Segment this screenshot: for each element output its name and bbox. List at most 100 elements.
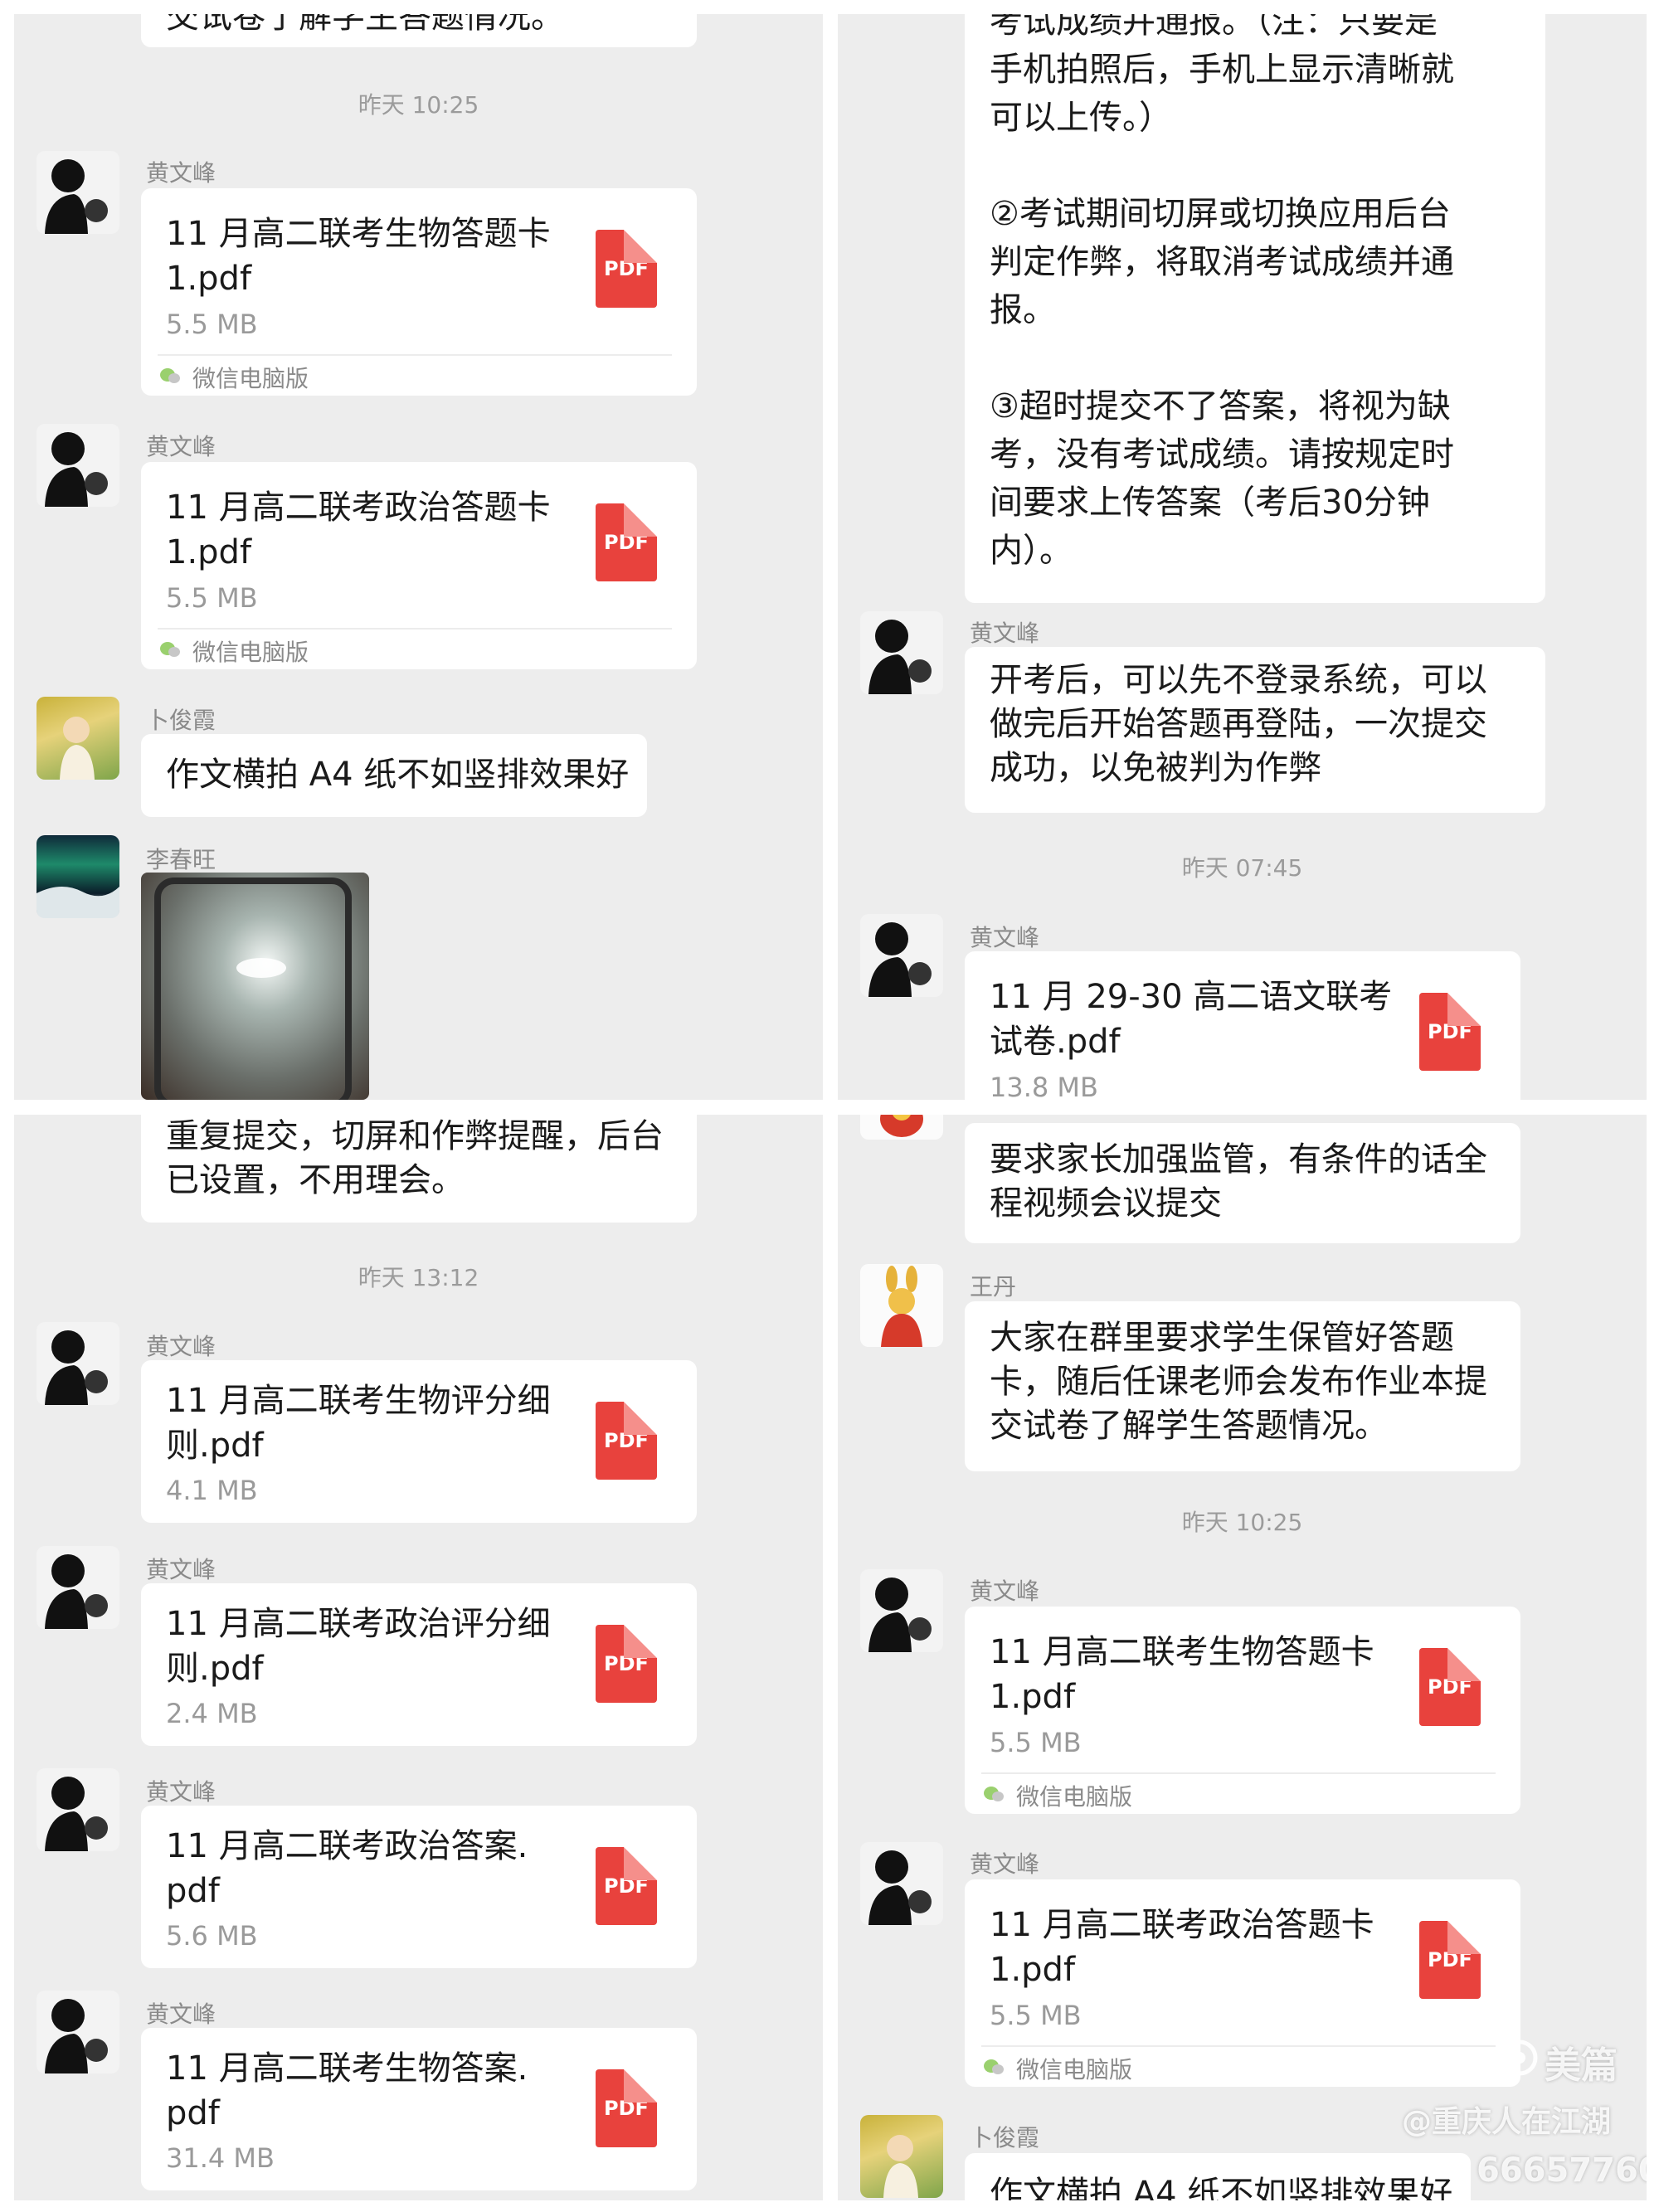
file-size: 13.8 MB bbox=[990, 1072, 1098, 1100]
sender-name: 卜俊霞 bbox=[970, 2124, 1040, 2151]
avatar[interactable] bbox=[36, 1991, 119, 2073]
file-message[interactable]: 11 月高二联考生物答题卡 1.pdf 5.5 MB PDF 微信电脑版 bbox=[141, 188, 697, 396]
sender-name: 李春旺 bbox=[146, 846, 216, 873]
file-size: 5.5 MB bbox=[990, 2000, 1082, 2031]
person-avatar-icon bbox=[868, 620, 932, 694]
pdf-file-icon: PDF bbox=[1419, 1648, 1481, 1726]
file-size: 5.5 MB bbox=[166, 309, 258, 340]
avatar[interactable] bbox=[36, 697, 119, 780]
sender-name: 黄文峰 bbox=[970, 924, 1040, 951]
message-text: 作文横拍 A4 纸不如竖排效果好 bbox=[166, 756, 630, 794]
girl-avatar-icon bbox=[60, 717, 95, 780]
person-avatar-icon bbox=[45, 1777, 108, 1851]
person-avatar-icon bbox=[45, 1330, 108, 1405]
avatar[interactable] bbox=[860, 1842, 943, 1925]
sender-name: 黄文峰 bbox=[146, 159, 216, 187]
file-name: 11 月高二联考生物答案. pdf bbox=[166, 2049, 528, 2132]
timestamp: 昨天 13:12 bbox=[358, 1264, 479, 1291]
divider bbox=[158, 354, 672, 356]
source-label: 微信电脑版 bbox=[192, 639, 309, 666]
file-size: 5.6 MB bbox=[166, 1920, 258, 1952]
file-message[interactable]: 11 月高二联考生物评分细 则.pdf 4.1 MB PDF bbox=[141, 1360, 697, 1523]
sender-name: 卜俊霞 bbox=[146, 707, 216, 734]
message-text: 开考后，可以先不登录系统，可以 做完后开始答题再登陆，一次提交 成功，以免被判为… bbox=[990, 661, 1487, 787]
pdf-file-icon: PDF bbox=[596, 2069, 657, 2147]
source-label: 微信电脑版 bbox=[192, 365, 309, 392]
divider bbox=[158, 628, 672, 630]
person-avatar-icon bbox=[45, 432, 108, 507]
watermark-number: 66657760 bbox=[1477, 2151, 1647, 2190]
timestamp: 昨天 10:25 bbox=[1181, 1509, 1303, 1536]
file-message[interactable]: 11 月高二联考政治答题卡 1.pdf 5.5 MB PDF 微信电脑版 bbox=[965, 1879, 1520, 2087]
avatar[interactable] bbox=[860, 1115, 943, 1140]
file-size: 5.5 MB bbox=[990, 1727, 1082, 1758]
message-bubble[interactable]: 作文横拍 A4 纸不如竖排效果好 bbox=[965, 2153, 1471, 2200]
pdf-file-icon: PDF bbox=[596, 1847, 657, 1925]
image-message[interactable] bbox=[141, 873, 369, 1100]
person-avatar-icon bbox=[868, 1850, 932, 1925]
message-text: 作文横拍 A4 纸不如竖排效果好 bbox=[990, 2175, 1453, 2200]
file-name: 11 月高二联考生物评分细 则.pdf bbox=[166, 1382, 551, 1465]
chat-panel-bottom-left: 重复提交，切屏和作弊提醒，后台 已设置，不用理会。 昨天 13:12 黄文峰 1… bbox=[14, 1115, 823, 2200]
avatar[interactable] bbox=[860, 914, 943, 997]
sender-name: 黄文峰 bbox=[146, 1556, 216, 1583]
avatar[interactable] bbox=[36, 1546, 119, 1629]
source-label: 微信电脑版 bbox=[1016, 2056, 1133, 2083]
sender-name: 黄文峰 bbox=[146, 433, 216, 460]
person-avatar-icon bbox=[45, 1999, 108, 2073]
sender-name: 黄文峰 bbox=[970, 620, 1040, 647]
file-message[interactable]: 11 月 29-30 高二语文联考 试卷.pdf 13.8 MB PDF bbox=[965, 951, 1520, 1100]
sender-name: 黄文峰 bbox=[146, 1778, 216, 1806]
wechat-icon bbox=[160, 368, 180, 383]
avatar[interactable] bbox=[860, 1569, 943, 1652]
message-bubble[interactable]: 大家在群里要求学生保管好答题 卡，随后任课老师会发布作业本提 交试卷了解学生答题… bbox=[965, 1301, 1520, 1471]
avatar[interactable] bbox=[860, 2115, 943, 2198]
avatar[interactable] bbox=[36, 424, 119, 507]
rabbit-avatar-icon bbox=[881, 1266, 922, 1347]
file-name: 11 月高二联考政治评分细 则.pdf bbox=[166, 1605, 551, 1688]
person-avatar-icon bbox=[45, 1554, 108, 1629]
file-message[interactable]: 11 月高二联考生物答题卡 1.pdf 5.5 MB PDF 微信电脑版 bbox=[965, 1607, 1520, 1814]
girl-avatar-icon bbox=[883, 2135, 918, 2198]
person-avatar-icon bbox=[45, 159, 108, 234]
avatar[interactable] bbox=[36, 151, 119, 234]
file-name: 11 月高二联考生物答题卡 1.pdf bbox=[166, 215, 551, 298]
file-message[interactable]: 11 月高二联考政治评分细 则.pdf 2.4 MB PDF bbox=[141, 1583, 697, 1746]
pdf-file-icon: PDF bbox=[596, 1402, 657, 1480]
message-bubble-partial[interactable]: 交试卷了解学生答题情况。 bbox=[141, 14, 697, 47]
timestamp: 昨天 07:45 bbox=[1181, 854, 1303, 882]
message-bubble[interactable]: 考试成绩并通报。（注：只要是 手机拍照后，手机上显示清晰就 可以上传。） ②考试… bbox=[965, 14, 1545, 603]
source-label: 微信电脑版 bbox=[1016, 1783, 1133, 1811]
meipian-logo-icon bbox=[1501, 2039, 1538, 2076]
landscape-avatar-icon bbox=[36, 886, 119, 918]
chat-panel-bottom-right: 要求家长加强监管，有条件的话全 程视频会议提交 王丹 大家在群里要求学生保管好答… bbox=[838, 1115, 1647, 2200]
file-name: 11 月高二联考政治答题卡 1.pdf bbox=[990, 1906, 1374, 1989]
watermark-account: @重庆人在江湖 bbox=[1402, 2105, 1612, 2139]
pdf-file-icon: PDF bbox=[596, 230, 657, 308]
file-size: 2.4 MB bbox=[166, 1698, 258, 1729]
avatar[interactable] bbox=[36, 1322, 119, 1405]
file-name: 11 月高二联考政治答题卡 1.pdf bbox=[166, 489, 551, 571]
message-bubble[interactable]: 开考后，可以先不登录系统，可以 做完后开始答题再登陆，一次提交 成功，以免被判为… bbox=[965, 647, 1545, 813]
message-text: 考试成绩并通报。（注：只要是 手机拍照后，手机上显示清晰就 可以上传。） ②考试… bbox=[990, 14, 1454, 570]
avatar[interactable] bbox=[36, 835, 119, 918]
avatar[interactable] bbox=[860, 611, 943, 694]
file-message[interactable]: 11 月高二联考政治答题卡 1.pdf 5.5 MB PDF 微信电脑版 bbox=[141, 462, 697, 669]
message-bubble[interactable]: 要求家长加强监管，有条件的话全 程视频会议提交 bbox=[965, 1123, 1520, 1243]
pdf-file-icon: PDF bbox=[1419, 1921, 1481, 1999]
watermark-brand: 美篇 bbox=[1545, 2044, 1618, 2087]
timestamp: 昨天 10:25 bbox=[358, 91, 479, 119]
message-bubble[interactable]: 作文横拍 A4 纸不如竖排效果好 bbox=[141, 734, 647, 817]
chat-panel-top-left: 交试卷了解学生答题情况。 昨天 10:25 黄文峰 11 月高二联考生物答题卡 … bbox=[14, 14, 823, 1100]
file-message[interactable]: 11 月高二联考生物答案. pdf 31.4 MB PDF bbox=[141, 2028, 697, 2190]
sender-name: 黄文峰 bbox=[146, 2001, 216, 2028]
file-message[interactable]: 11 月高二联考政治答案. pdf 5.6 MB PDF bbox=[141, 1806, 697, 1968]
file-name: 11 月高二联考政治答案. pdf bbox=[166, 1827, 528, 1910]
person-avatar-icon bbox=[868, 1578, 932, 1652]
message-bubble[interactable]: 重复提交，切屏和作弊提醒，后台 已设置，不用理会。 bbox=[141, 1115, 697, 1223]
avatar[interactable] bbox=[860, 1264, 943, 1347]
avatar[interactable] bbox=[36, 1768, 119, 1851]
file-size: 4.1 MB bbox=[166, 1475, 258, 1506]
wechat-icon bbox=[160, 642, 180, 657]
person-avatar-icon bbox=[868, 922, 932, 997]
